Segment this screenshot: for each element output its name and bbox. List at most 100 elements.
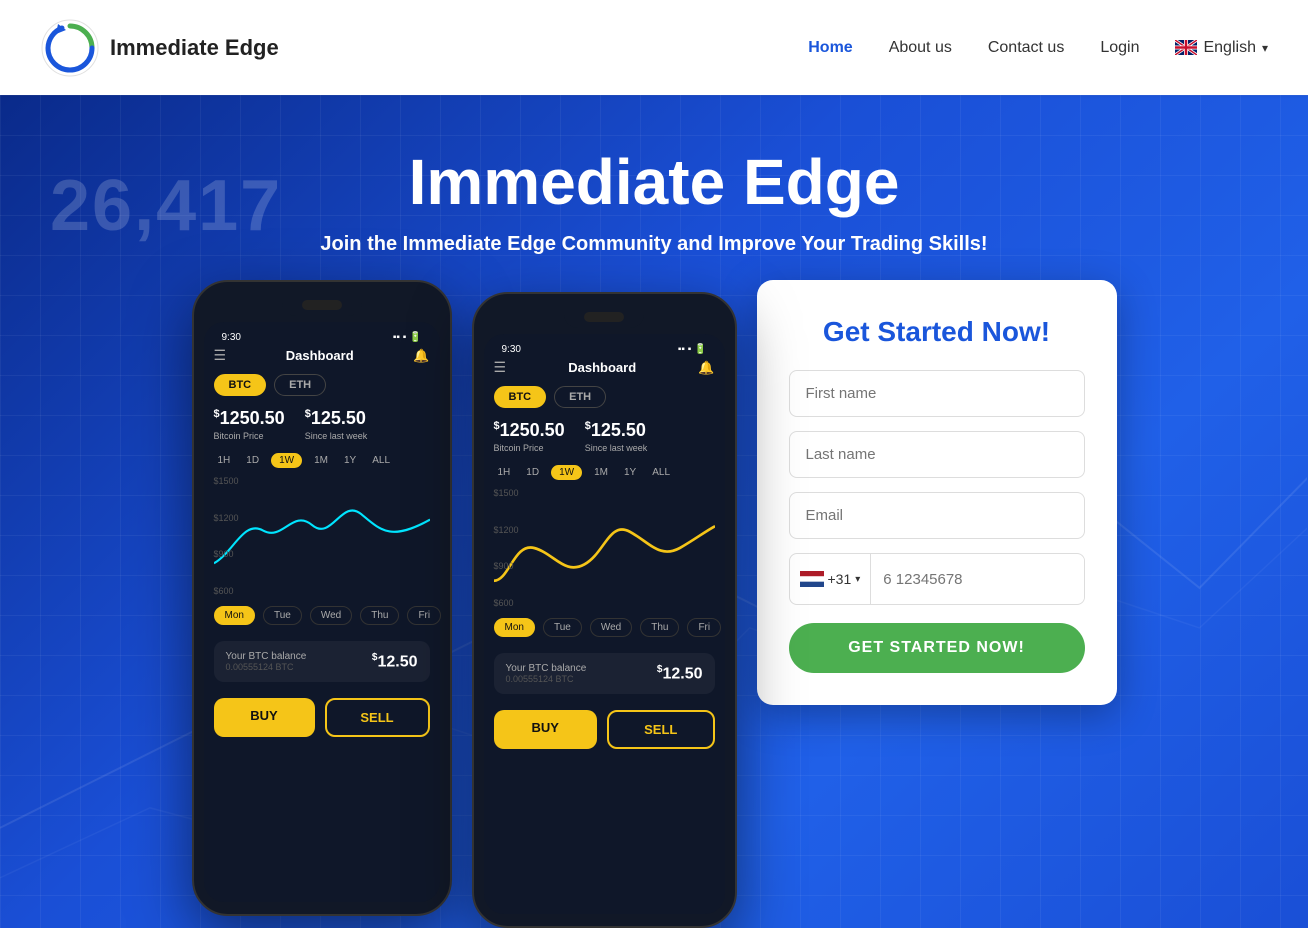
tf-1d-2[interactable]: 1D (522, 465, 543, 480)
signal-icons-2: ▪▪ ▪ 🔋 (678, 344, 707, 355)
bg-number: 26,417 (50, 165, 282, 247)
tab-eth-2[interactable]: ETH (554, 386, 606, 408)
tf-1m-1[interactable]: 1M (310, 453, 332, 468)
phone-mockup-2: 9:30 ▪▪ ▪ 🔋 ☰ Dashboard 🔔 BTC ETH $1250.… (472, 292, 737, 928)
sell-button-1[interactable]: SELL (325, 698, 430, 737)
chart-label-1500-1: $1500 (214, 476, 239, 486)
buy-button-1[interactable]: BUY (214, 698, 315, 737)
email-input[interactable] (789, 492, 1085, 539)
balance-label-1: Your BTC balance (226, 651, 307, 662)
phone-notch-inner-1 (302, 300, 342, 310)
cta-button[interactable]: GET STARTED NOW! (789, 623, 1085, 673)
phone-nav-row-2: ☰ Dashboard 🔔 (494, 359, 715, 376)
action-row-1: BUY SELL (214, 698, 430, 737)
buy-button-2[interactable]: BUY (494, 710, 598, 749)
days-row-2: Mon Tue Wed Thu Fri (494, 618, 715, 637)
day-wed-1[interactable]: Wed (310, 606, 352, 625)
phone-notch-1 (282, 294, 362, 316)
phone-screen-1: 9:30 ▪▪ ▪ 🔋 ☰ Dashboard 🔔 BTC ETH $1250.… (204, 322, 440, 902)
tf-1d-1[interactable]: 1D (242, 453, 263, 468)
day-tue-2[interactable]: Tue (543, 618, 582, 637)
balance-info-2: Your BTC balance 0.00555124 BTC (506, 663, 587, 684)
eth-label-1: Since last week (305, 431, 368, 441)
tab-row-1: BTC ETH (214, 374, 430, 396)
chart-svg-2 (494, 488, 715, 608)
phone-notch-2 (564, 306, 644, 328)
chart-label-1500-2: $1500 (494, 488, 519, 498)
btc-label-1: Bitcoin Price (214, 431, 285, 441)
action-row-2: BUY SELL (494, 710, 715, 749)
eth-label-2: Since last week (585, 443, 648, 453)
main-nav: Home About us Contact us Login English ▾ (808, 39, 1268, 57)
phone-nav-row-1: ☰ Dashboard 🔔 (214, 347, 430, 364)
nav-home[interactable]: Home (808, 39, 852, 57)
phone-dropdown-icon: ▾ (855, 574, 860, 585)
phone-title-1: Dashboard (286, 348, 354, 363)
content-row: 9:30 ▪▪ ▪ 🔋 ☰ Dashboard 🔔 BTC ETH $1250.… (0, 280, 1308, 928)
first-name-input[interactable] (789, 370, 1085, 417)
chart-label-900-1: $900 (214, 549, 239, 559)
phone-time-2: 9:30 (502, 344, 521, 355)
last-name-input[interactable] (789, 431, 1085, 478)
tf-1h-2[interactable]: 1H (494, 465, 515, 480)
language-label: English (1203, 39, 1255, 57)
hamburger-icon-2: ☰ (494, 359, 507, 376)
tab-eth-1[interactable]: ETH (274, 374, 326, 396)
flag-icon (1175, 40, 1197, 55)
phone-code: +31 (828, 571, 852, 587)
chevron-down-icon: ▾ (1262, 41, 1268, 55)
phone-status-bar-2: 9:30 ▪▪ ▪ 🔋 (494, 344, 715, 359)
chart-area-1: $1500 $1200 $900 $600 (214, 476, 430, 596)
day-fri-1[interactable]: Fri (407, 606, 441, 625)
btc-label-2: Bitcoin Price (494, 443, 565, 453)
phone-screen-2: 9:30 ▪▪ ▪ 🔋 ☰ Dashboard 🔔 BTC ETH $1250.… (484, 334, 725, 914)
day-wed-2[interactable]: Wed (590, 618, 632, 637)
balance-sub-2: 0.00555124 BTC (506, 674, 587, 684)
chart-labels-1: $1500 $1200 $900 $600 (214, 476, 239, 596)
chart-label-1200-1: $1200 (214, 513, 239, 523)
balance-sub-1: 0.00555124 BTC (226, 662, 307, 672)
hero-section: 26,417 Immediate Edge Join the Immediate… (0, 95, 1308, 928)
balance-amount-1: $12.50 (372, 652, 418, 671)
logo-text: Immediate Edge (110, 35, 279, 61)
language-selector[interactable]: English ▾ (1175, 39, 1268, 57)
price-block-btc-2: $1250.50 Bitcoin Price (494, 420, 565, 453)
phone-flag-selector[interactable]: +31 ▾ (790, 554, 872, 604)
chart-label-900-2: $900 (494, 561, 519, 571)
tab-btc-2[interactable]: BTC (494, 386, 547, 408)
day-thu-1[interactable]: Thu (360, 606, 399, 625)
tf-1m-2[interactable]: 1M (590, 465, 612, 480)
days-row-1: Mon Tue Wed Thu Fri (214, 606, 430, 625)
balance-label-2: Your BTC balance (506, 663, 587, 674)
day-tue-1[interactable]: Tue (263, 606, 302, 625)
tf-1w-2[interactable]: 1W (551, 465, 582, 480)
tf-all-1[interactable]: ALL (368, 453, 394, 468)
nav-login[interactable]: Login (1100, 39, 1139, 57)
tf-all-2[interactable]: ALL (648, 465, 674, 480)
tf-1y-2[interactable]: 1Y (620, 465, 640, 480)
nav-about[interactable]: About us (889, 39, 952, 57)
tf-1w-1[interactable]: 1W (271, 453, 302, 468)
day-thu-2[interactable]: Thu (640, 618, 679, 637)
nav-contact[interactable]: Contact us (988, 39, 1064, 57)
sell-button-2[interactable]: SELL (607, 710, 715, 749)
chart-area-2: $1500 $1200 $900 $600 (494, 488, 715, 608)
tf-1y-1[interactable]: 1Y (340, 453, 360, 468)
price-block-btc-1: $1250.50 Bitcoin Price (214, 408, 285, 441)
day-fri-2[interactable]: Fri (687, 618, 721, 637)
tf-1h-1[interactable]: 1H (214, 453, 235, 468)
chart-svg-1 (214, 476, 430, 596)
tab-row-2: BTC ETH (494, 386, 715, 408)
chart-labels-2: $1500 $1200 $900 $600 (494, 488, 519, 608)
phone-number-input[interactable] (871, 557, 1084, 602)
day-mon-1[interactable]: Mon (214, 606, 255, 625)
btc-price-1: $1250.50 (214, 408, 285, 429)
day-mon-2[interactable]: Mon (494, 618, 535, 637)
logo[interactable]: Immediate Edge (40, 18, 279, 78)
tab-btc-1[interactable]: BTC (214, 374, 267, 396)
timeframe-row-1: 1H 1D 1W 1M 1Y ALL (214, 453, 430, 468)
bell-icon-1: 🔔 (413, 348, 429, 364)
balance-info-1: Your BTC balance 0.00555124 BTC (226, 651, 307, 672)
timeframe-row-2: 1H 1D 1W 1M 1Y ALL (494, 465, 715, 480)
btc-price-2: $1250.50 (494, 420, 565, 441)
